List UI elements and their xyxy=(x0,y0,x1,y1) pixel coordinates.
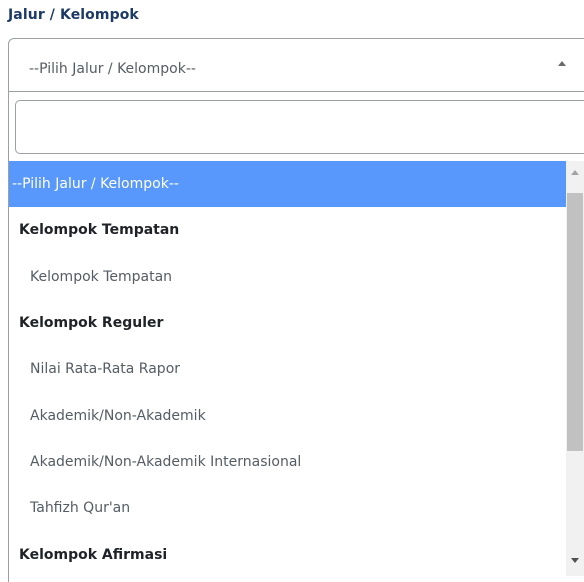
search-input[interactable] xyxy=(15,100,584,154)
option-kelompok-tempatan[interactable]: Kelompok Tempatan xyxy=(9,254,567,300)
options-scrollbar[interactable] xyxy=(566,161,584,576)
option-placeholder[interactable]: --Pilih Jalur / Kelompok-- xyxy=(9,161,567,208)
dropdown-panel: --Pilih Jalur / Kelompok-- Kelompok Temp… xyxy=(8,92,584,582)
optgroup-kelompok-reguler: Kelompok Reguler xyxy=(9,300,567,346)
scrollbar-thumb[interactable] xyxy=(567,193,583,451)
field-label: Jalur / Kelompok xyxy=(8,7,139,23)
search-container xyxy=(9,92,584,160)
option-akademik-non-akademik-internasional[interactable]: Akademik/Non-Akademik Internasional xyxy=(9,439,567,485)
optgroup-label: Kelompok Reguler xyxy=(19,315,164,332)
option-tahfizh-quran[interactable]: Tahfizh Qur'an xyxy=(9,485,567,531)
option-label: Tahfizh Qur'an xyxy=(30,500,131,517)
scroll-down-icon[interactable] xyxy=(571,558,579,563)
option-label: Nilai Rata-Rata Rapor xyxy=(30,361,181,378)
optgroup-label: Kelompok Afirmasi xyxy=(19,546,168,563)
option-label: Akademik/Non-Akademik xyxy=(30,407,206,424)
option-akademik-non-akademik[interactable]: Akademik/Non-Akademik xyxy=(9,392,567,438)
caret-up-icon[interactable] xyxy=(558,61,566,66)
option-label: --Pilih Jalur / Kelompok-- xyxy=(12,176,179,193)
jalur-kelompok-select[interactable]: --Pilih Jalur / Kelompok-- xyxy=(8,38,584,92)
option-label: Akademik/Non-Akademik Internasional xyxy=(30,453,302,470)
optgroup-label: Kelompok Tempatan xyxy=(19,222,180,239)
optgroup-kelompok-tempatan: Kelompok Tempatan xyxy=(9,207,567,253)
options-list: --Pilih Jalur / Kelompok-- Kelompok Temp… xyxy=(9,161,567,578)
option-label: Kelompok Tempatan xyxy=(30,268,173,285)
optgroup-kelompok-afirmasi: Kelompok Afirmasi xyxy=(9,531,567,577)
select-current-value: --Pilih Jalur / Kelompok-- xyxy=(29,61,196,77)
scroll-up-icon[interactable] xyxy=(571,170,579,175)
option-nilai-rata-rata-rapor[interactable]: Nilai Rata-Rata Rapor xyxy=(9,346,567,392)
